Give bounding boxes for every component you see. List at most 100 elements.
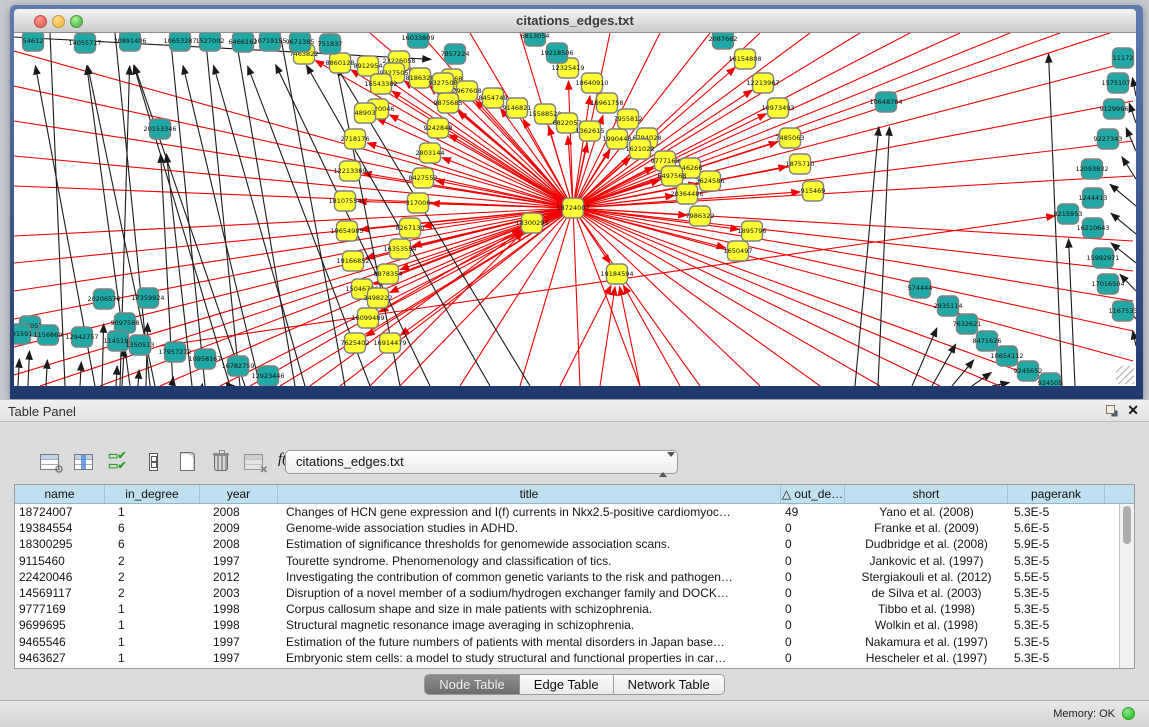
tab-node-table[interactable]: Node Table — [424, 674, 520, 695]
table-cell: 1 — [105, 601, 200, 617]
table-cell: Nakamura et al. (1997) — [845, 634, 1008, 650]
graph-node-label: 18300295 — [515, 219, 548, 227]
graph-node-label: 924505 — [1038, 379, 1063, 386]
table-cell: Estimation of significance thresholds fo… — [278, 536, 781, 552]
form-view-icon[interactable] — [142, 451, 164, 473]
graph-edge — [1126, 128, 1136, 151]
column-header-pagerank[interactable]: pagerank — [1008, 485, 1105, 503]
column-header-name[interactable]: name — [15, 485, 105, 503]
table-tabs: Node TableEdge TableNetwork Table — [0, 674, 1149, 695]
graph-node-label: 6822057 — [553, 119, 582, 127]
tab-network-table[interactable]: Network Table — [614, 674, 725, 695]
graph-node-label: 20206576 — [87, 295, 120, 303]
graph-node-label: 9227343 — [1094, 135, 1123, 143]
table-row[interactable]: 946554611997Estimation of the future num… — [15, 634, 1134, 650]
graph-node-label: 15751074 — [1101, 79, 1134, 87]
graph-edge — [1111, 213, 1136, 234]
table-cell: 22420046 — [15, 569, 105, 585]
table-selector-dropdown[interactable]: citations_edges.txt — [285, 450, 678, 474]
graph-node-label: 10653287 — [163, 37, 196, 45]
table-panel-body: ⚙ ▭✔▭✔ ✕ f(x) citations_edges.txt namein… — [0, 422, 1149, 700]
graph-node-label: 8215953 — [1054, 210, 1083, 218]
graph-node-label: 7986322 — [686, 212, 715, 220]
table-row[interactable]: 969969511998Structural magnetic resonanc… — [15, 617, 1134, 633]
table-cell: 0 — [781, 617, 845, 633]
graph-edge — [1129, 103, 1136, 123]
column-header-in_degree[interactable]: in_degree — [105, 485, 200, 503]
network-canvas[interactable]: 1872400774638228860128891295423226058932… — [14, 33, 1136, 386]
delete-entries-icon[interactable] — [210, 451, 232, 473]
table-cell: 0 — [781, 536, 845, 552]
tab-edge-table[interactable]: Edge Table — [520, 674, 614, 695]
table-cell: 5.3E-5 — [1008, 601, 1105, 617]
close-panel-icon[interactable]: ✕ — [1127, 402, 1139, 419]
graph-node-label: 14055717 — [68, 39, 101, 47]
table-cell: 0 — [781, 569, 845, 585]
graph-edge — [1110, 184, 1136, 206]
table-cell: 6 — [105, 520, 200, 536]
graph-node-label: 391591 — [14, 330, 32, 338]
graph-edge — [102, 324, 104, 386]
table-row[interactable]: 977716911998Corpus callosum shape and si… — [15, 601, 1134, 617]
graph-edge — [573, 208, 1060, 386]
float-window-icon[interactable] — [1106, 405, 1115, 414]
graph-node-label: 9245652 — [1014, 367, 1043, 375]
graph-edge — [573, 208, 1133, 331]
graph-node-label: 54612 — [23, 37, 44, 45]
column-header-short[interactable]: short — [845, 485, 1008, 503]
table-cell: 5.3E-5 — [1008, 650, 1105, 666]
column-header-out_de[interactable]: △ out_de… — [781, 485, 845, 503]
scrollbar-thumb[interactable] — [1123, 506, 1131, 544]
citation-graph: 1872400774638228860128891295423226058932… — [14, 33, 1136, 386]
table-row[interactable]: 1938455462009Genome-wide association stu… — [15, 520, 1134, 536]
graph-edge — [573, 208, 1133, 271]
graph-edge — [14, 51, 573, 208]
graph-edge — [1133, 331, 1136, 346]
table-row[interactable]: 1830029562008Estimation of significance … — [15, 536, 1134, 552]
graph-node-label: 19654985 — [330, 227, 363, 235]
graph-node-label: 16033809 — [401, 34, 434, 42]
graph-node-label: 6813054 — [521, 33, 550, 40]
column-header-year[interactable]: year — [200, 485, 278, 503]
graph-edge — [14, 208, 573, 236]
dropdown-stepper-icon — [659, 454, 669, 476]
graph-node-label: 16914479 — [373, 339, 406, 347]
select-column-icon[interactable] — [74, 451, 96, 473]
graph-node-label: 3624586 — [696, 177, 725, 185]
table-cell: 1997 — [200, 634, 278, 650]
graph-node-label: 9327508 — [429, 79, 458, 87]
table-cell: de Silva et al. (2003) — [845, 585, 1008, 601]
table-row[interactable]: 1456911722003Disruption of a novel membe… — [15, 585, 1134, 601]
table-row[interactable]: 2242004622012Investigating the contribut… — [15, 569, 1134, 585]
table-cell: Stergiakouli et al. (2012) — [845, 569, 1008, 585]
column-header-title[interactable]: title — [278, 485, 781, 503]
window-titlebar[interactable]: citations_edges.txt — [14, 9, 1136, 33]
table-row[interactable]: 946362711997Embryonic stem cells: a mode… — [15, 650, 1134, 666]
table-scrollbar[interactable] — [1119, 504, 1134, 668]
table-cell: 1 — [105, 504, 200, 520]
memory-status-icon[interactable] — [1122, 707, 1135, 720]
graph-edge — [573, 33, 810, 208]
table-cell: 1998 — [200, 601, 278, 617]
graph-node-label: 15992971 — [1086, 254, 1119, 262]
new-table-icon[interactable] — [176, 451, 198, 473]
graph-node-label: 16210643 — [1076, 224, 1109, 232]
graph-edge — [14, 208, 573, 291]
graph-edge — [568, 81, 573, 208]
graph-node-label: 17016504 — [1091, 280, 1124, 288]
table-cell: Dudbridge et al. (2008) — [845, 536, 1008, 552]
select-rows-icon[interactable]: ▭✔▭✔ — [108, 451, 130, 473]
graph-node-label: 9875685 — [434, 99, 463, 107]
table-settings-icon[interactable]: ⚙ — [40, 451, 62, 473]
delete-table-icon[interactable]: ✕ — [244, 451, 266, 473]
graph-node-label: 8878354 — [374, 270, 403, 278]
table-row[interactable]: 911546021997Tourette syndrome. Phenomeno… — [15, 553, 1134, 569]
graph-edge — [560, 286, 611, 386]
table-cell: 2008 — [200, 504, 278, 520]
table-row[interactable]: 1872400712008Changes of HCN gene express… — [15, 504, 1134, 520]
window-resize-grip[interactable] — [1116, 366, 1134, 384]
table-cell: 9465546 — [15, 634, 105, 650]
table-cell: 6 — [105, 536, 200, 552]
table-cell: 18724007 — [15, 504, 105, 520]
graph-node-label: 12923446 — [251, 372, 284, 380]
